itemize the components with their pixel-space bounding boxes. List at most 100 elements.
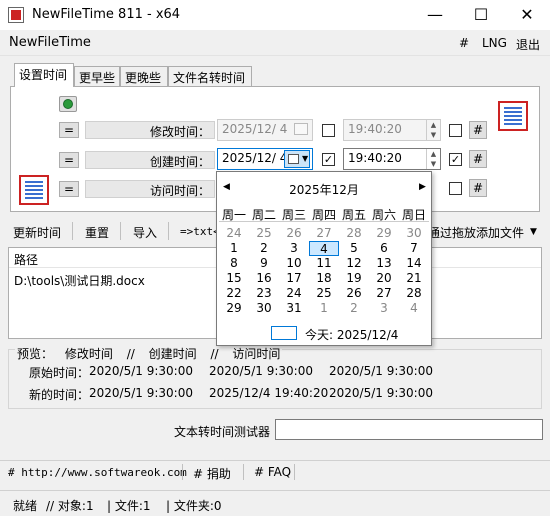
tab-filename-to-time[interactable]: 文件名转时间 [168, 66, 252, 86]
calendar-day[interactable]: 25 [249, 226, 279, 241]
calendar-day[interactable]: 24 [279, 286, 309, 301]
calendar-day[interactable]: 23 [249, 286, 279, 301]
calendar-day[interactable]: 29 [219, 301, 249, 316]
calendar-day[interactable]: 27 [309, 226, 339, 241]
calendar-day[interactable]: 20 [369, 271, 399, 286]
window-title: NewFileTime 811 - x64 [32, 7, 181, 22]
calendar-day-selected[interactable]: 4 [309, 241, 339, 256]
created-checkbox[interactable]: ✓ [322, 153, 335, 166]
minimize-button[interactable]: — [412, 0, 458, 30]
menu-app-name[interactable]: NewFileTime [9, 35, 91, 50]
link-separator [243, 464, 244, 480]
calendar-day[interactable]: 14 [399, 256, 429, 271]
tester-input[interactable] [275, 419, 543, 440]
menu-exit[interactable]: 退出 [516, 36, 540, 53]
calendar-day[interactable]: 11 [309, 256, 339, 271]
created-hash-button[interactable]: # [469, 150, 487, 168]
tab-set-time[interactable]: 设置时间 [14, 63, 74, 87]
created-date-value: 2025/12/ 4 [222, 151, 288, 165]
calendar-day[interactable]: 30 [399, 226, 429, 241]
modified-time-spinner[interactable]: ▲ ▼ [426, 120, 440, 140]
calendar-day[interactable]: 7 [399, 241, 429, 256]
calendar-day[interactable]: 6 [369, 241, 399, 256]
to-txt-button[interactable]: =>txt< [180, 225, 220, 238]
clock-app-icon[interactable] [19, 175, 49, 205]
calendar-day[interactable]: 25 [309, 286, 339, 301]
calendar-day[interactable]: 29 [369, 226, 399, 241]
list-item[interactable]: D:\tools\测试日期.docx [14, 272, 145, 289]
modified-date-value: 2025/12/ 4 [222, 122, 288, 136]
calendar-day[interactable]: 4 [399, 301, 429, 316]
calendar-icon[interactable] [294, 123, 308, 135]
calendar-day[interactable]: 15 [219, 271, 249, 286]
path-column-header[interactable]: 路径 [14, 251, 38, 268]
maximize-button[interactable]: ☐ [458, 0, 504, 30]
calendar-popup[interactable]: ◀ 2025年12月 ▶ 周一 周二 周三 周四 周五 周六 周日 24 25 26 27 28 29… [216, 171, 432, 346]
accessed-equal-button[interactable]: = [59, 181, 79, 197]
menu-language[interactable]: LNG [482, 36, 507, 50]
created-date-field[interactable]: 2025/12/ 4 ▼ [217, 148, 313, 170]
next-month-icon[interactable]: ▶ [419, 182, 426, 192]
created-time-spinner[interactable]: ▲ ▼ [426, 149, 440, 169]
calendar-day[interactable]: 2 [339, 301, 369, 316]
calendar-day[interactable]: 26 [279, 226, 309, 241]
preview-sep: // [210, 347, 219, 361]
tab-later[interactable]: 更晚些 [120, 66, 168, 86]
clock-app-icon[interactable] [498, 101, 528, 131]
new-created: 2025/12/4 19:40:20 [209, 386, 329, 400]
accessed-hash-button[interactable]: # [469, 179, 487, 197]
calendar-day[interactable]: 28 [399, 286, 429, 301]
refresh-icon[interactable] [59, 96, 77, 112]
calendar-day[interactable]: 21 [399, 271, 429, 286]
calendar-dropdown-icon[interactable]: ▼ [284, 150, 310, 168]
modified-checkbox[interactable] [322, 124, 335, 137]
calendar-day[interactable]: 28 [339, 226, 369, 241]
calendar-day[interactable]: 1 [309, 301, 339, 316]
calendar-day[interactable]: 22 [219, 286, 249, 301]
calendar-day[interactable]: 26 [339, 286, 369, 301]
calendar-day[interactable]: 31 [279, 301, 309, 316]
accessed-apply-checkbox[interactable] [449, 182, 462, 195]
created-apply-checkbox[interactable]: ✓ [449, 153, 462, 166]
close-button[interactable]: ✕ [504, 0, 550, 30]
import-button[interactable]: 导入 [133, 224, 157, 241]
created-equal-button[interactable]: = [59, 152, 79, 168]
website-link[interactable]: # http://www.softwareok.com [8, 466, 187, 479]
calendar-day[interactable]: 24 [219, 226, 249, 241]
calendar-day[interactable]: 3 [279, 241, 309, 256]
modified-time-field[interactable]: 19:40:20 ▲ ▼ [343, 119, 441, 141]
drag-add-label[interactable]: 通过拖放添加文件 [428, 224, 524, 241]
calendar-day[interactable]: 9 [249, 256, 279, 271]
calendar-day[interactable]: 27 [369, 286, 399, 301]
today-marker [271, 326, 297, 340]
faq-link[interactable]: # FAQ [254, 465, 291, 479]
calendar-day[interactable]: 12 [339, 256, 369, 271]
created-time-field[interactable]: 19:40:20 ▲ ▼ [343, 148, 441, 170]
calendar-day[interactable]: 1 [219, 241, 249, 256]
month-label[interactable]: 2025年12月 [217, 181, 431, 198]
calendar-day[interactable]: 10 [279, 256, 309, 271]
calendar-day[interactable]: 2 [249, 241, 279, 256]
modified-equal-button[interactable]: = [59, 122, 79, 138]
weekday-label: 周一 [221, 208, 246, 222]
update-time-button[interactable]: 更新时间 [13, 224, 61, 241]
calendar-day[interactable]: 19 [339, 271, 369, 286]
modified-date-field[interactable]: 2025/12/ 4 [217, 119, 313, 141]
today-link[interactable]: 今天: 2025/12/4 [305, 326, 398, 343]
calendar-day[interactable]: 16 [249, 271, 279, 286]
calendar-day[interactable]: 8 [219, 256, 249, 271]
calendar-day[interactable]: 3 [369, 301, 399, 316]
reset-button[interactable]: 重置 [85, 224, 109, 241]
tab-earlier[interactable]: 更早些 [74, 66, 120, 86]
status-objects: // 对象:1 [46, 499, 94, 513]
modified-hash-button[interactable]: # [469, 121, 487, 139]
calendar-day[interactable]: 30 [249, 301, 279, 316]
calendar-day[interactable]: 13 [369, 256, 399, 271]
calendar-day[interactable]: 17 [279, 271, 309, 286]
chevron-down-icon[interactable]: ▼ [530, 227, 537, 237]
menu-hash[interactable]: # [459, 36, 469, 50]
calendar-day[interactable]: 18 [309, 271, 339, 286]
calendar-day[interactable]: 5 [339, 241, 369, 256]
donate-link[interactable]: # 捐助 [193, 465, 231, 482]
modified-apply-checkbox[interactable] [449, 124, 462, 137]
